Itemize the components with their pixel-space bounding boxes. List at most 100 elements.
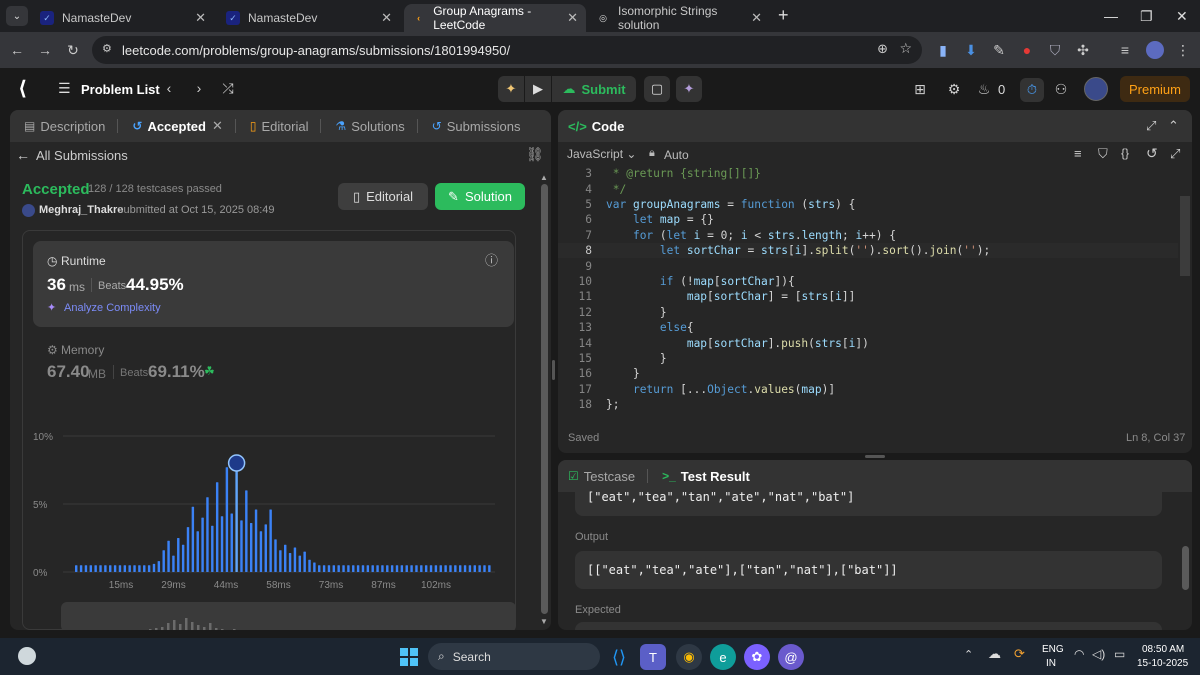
battery-icon[interactable]: ▭ (1114, 647, 1125, 661)
info-icon[interactable]: ⓘ (485, 250, 498, 269)
code-line[interactable]: 14 map[sortChar].push(strs[i]) (558, 335, 1178, 350)
chrome-icon[interactable]: ◉ (676, 644, 702, 670)
code-line[interactable]: 17 return [...Object.values(map)] (558, 382, 1178, 397)
fullscreen-icon[interactable]: ⤢ (1170, 146, 1180, 162)
extensions-puzzle-icon[interactable]: ✣ (1074, 42, 1092, 59)
address-bar[interactable]: ⚙ leetcode.com/problems/group-anagrams/s… (92, 36, 922, 64)
tab-search-button[interactable]: ⌄ (6, 6, 28, 26)
scroll-up-icon[interactable]: ▲ (540, 173, 548, 182)
back-arrow-icon[interactable]: ← (16, 147, 30, 163)
close-tab-icon[interactable]: ✕ (751, 10, 762, 26)
zoom-icon[interactable]: ⊕ (877, 41, 888, 57)
language-eng[interactable]: ENG (1042, 644, 1064, 655)
language-select[interactable]: JavaScript ⌄ (567, 147, 636, 161)
reload-icon[interactable]: ↻ (64, 42, 82, 59)
new-tab-button[interactable]: + (778, 5, 789, 26)
media-control-icon[interactable]: ≡ (1116, 42, 1134, 58)
code-line[interactable]: 10 if (!map[sortChar]){ (558, 274, 1178, 289)
language-in[interactable]: IN (1046, 658, 1056, 669)
close-tab-icon[interactable]: ✕ (381, 10, 392, 26)
code-line[interactable]: 5 var groupAnagrams = function (strs) { (558, 197, 1178, 212)
close-tab-icon[interactable]: ✕ (567, 10, 578, 26)
submit-button[interactable]: ☁ Submit (552, 76, 636, 102)
maximize-icon[interactable]: ❐ (1140, 8, 1153, 25)
runtime-card[interactable]: ◷ Runtime ⓘ 36 ms Beats 44.95% ✦ Analyze… (33, 241, 514, 327)
settings-gear-icon[interactable]: ⚙ (944, 79, 964, 99)
user-avatar[interactable] (1084, 77, 1108, 101)
browser-tab-1[interactable]: ✓ NamasteDev ✕ (32, 4, 214, 32)
editorial-button[interactable]: ▯ Editorial (338, 183, 428, 210)
minimize-icon[interactable]: — (1104, 8, 1118, 24)
profile-avatar[interactable] (1146, 41, 1164, 59)
code-line[interactable]: 6 let map = {} (558, 212, 1178, 227)
site-settings-icon[interactable]: ⚙ (102, 42, 112, 55)
extension-pen-icon[interactable]: ✎ (990, 42, 1008, 59)
premium-button[interactable]: Premium (1120, 76, 1190, 102)
leetcode-logo-icon[interactable]: ⟨ (18, 76, 27, 101)
tab-description[interactable]: ▤ Description (24, 119, 105, 134)
taskbar-search-box[interactable]: ⌕ Search (428, 643, 600, 670)
timer-button[interactable]: ⏱ (1020, 78, 1044, 102)
teams-icon[interactable]: T (640, 644, 666, 670)
vertical-splitter[interactable] (552, 360, 555, 380)
volume-icon[interactable]: ◁) (1092, 647, 1105, 661)
app-swirl-icon[interactable]: @ (778, 644, 804, 670)
tab-testcase[interactable]: ☑ Testcase (568, 469, 635, 484)
run-button[interactable]: ▶ (525, 76, 551, 102)
download-icon[interactable]: ⬇ (962, 42, 980, 59)
reset-icon[interactable]: ↺ (1146, 145, 1158, 162)
bookmark-icon[interactable]: ⛉ (1098, 146, 1108, 162)
code-line[interactable]: 9 (558, 258, 1178, 273)
code-line[interactable]: 7 for (let i = 0; i < strs.length; i++) … (558, 228, 1178, 243)
code-line[interactable]: 8 let sortChar = strs[i].split('').sort(… (558, 243, 1178, 259)
username-link[interactable]: Meghraj_Thakre (39, 204, 123, 216)
clock-date[interactable]: 15-10-2025 (1137, 658, 1188, 669)
next-problem-icon[interactable]: › (190, 78, 208, 98)
problem-list-link[interactable]: Problem List (81, 82, 160, 97)
code-line[interactable]: 4 */ (558, 181, 1178, 196)
analyze-complexity-link[interactable]: Analyze Complexity (64, 302, 161, 314)
windows-start-icon[interactable] (400, 648, 418, 666)
share-link-icon[interactable]: ⛓ (526, 146, 544, 163)
maximize-panel-icon[interactable]: ⤢ (1146, 118, 1156, 134)
close-tab-icon[interactable]: ✕ (195, 10, 206, 26)
horizontal-splitter[interactable] (865, 455, 885, 458)
refresh-sync-icon[interactable]: ⟳ (1014, 646, 1025, 662)
browser-tab-2[interactable]: ✓ NamasteDev ✕ (218, 4, 400, 32)
show-hidden-icons[interactable]: ⌃ (964, 648, 973, 661)
extension-shield-icon[interactable]: ⛉ (1046, 42, 1064, 59)
scroll-down-icon[interactable]: ▼ (540, 617, 548, 626)
ai-assist-button[interactable]: ✦ (676, 76, 702, 102)
weather-icon[interactable] (18, 647, 36, 665)
tab-editorial[interactable]: ▯ Editorial (250, 119, 309, 134)
forward-icon[interactable]: → (36, 42, 54, 58)
browser-tab-3-active[interactable]: ‹ Group Anagrams - LeetCode ✕ (404, 4, 586, 32)
wifi-icon[interactable]: ◠ (1074, 647, 1084, 661)
chrome-menu-icon[interactable]: ⋮ (1174, 42, 1192, 59)
extension-docs-icon[interactable]: ▮ (934, 42, 952, 59)
bookmark-star-icon[interactable]: ☆ (899, 40, 912, 57)
solution-button[interactable]: ✎ Solution (435, 183, 525, 210)
code-line[interactable]: 15 } (558, 351, 1178, 366)
scrollbar-thumb[interactable] (541, 184, 548, 614)
tab-accepted[interactable]: ↺ Accepted ✕ (132, 118, 223, 134)
tab-solutions[interactable]: ⚗ Solutions (335, 119, 404, 134)
edge-icon[interactable]: e (710, 644, 736, 670)
code-line[interactable]: 12 } (558, 305, 1178, 320)
close-window-icon[interactable]: ✕ (1176, 8, 1188, 25)
code-editor[interactable]: 3 * @return {string[][]} 4 */5 var groupAn… (558, 166, 1192, 416)
all-submissions-link[interactable]: All Submissions (36, 148, 128, 163)
prev-problem-icon[interactable]: ‹ (160, 78, 178, 98)
back-icon[interactable]: ← (8, 42, 26, 58)
code-scrollbar[interactable] (1180, 196, 1190, 276)
code-line[interactable]: 3 * @return {string[][]} (558, 166, 1178, 181)
clock-time[interactable]: 08:50 AM (1142, 644, 1184, 655)
shuffle-icon[interactable]: ⤮ (218, 78, 238, 98)
tab-test-result[interactable]: >_ Test Result (662, 469, 750, 484)
layout-icon[interactable]: ⊞ (910, 79, 930, 99)
close-tab-icon[interactable]: ✕ (212, 118, 223, 134)
braces-icon[interactable]: {} (1121, 146, 1129, 160)
browser-tab-4[interactable]: ◎ Isomorphic Strings solution ✕ (588, 4, 770, 32)
code-line[interactable]: 16 } (558, 366, 1178, 381)
code-line[interactable]: 18}; (558, 397, 1178, 412)
